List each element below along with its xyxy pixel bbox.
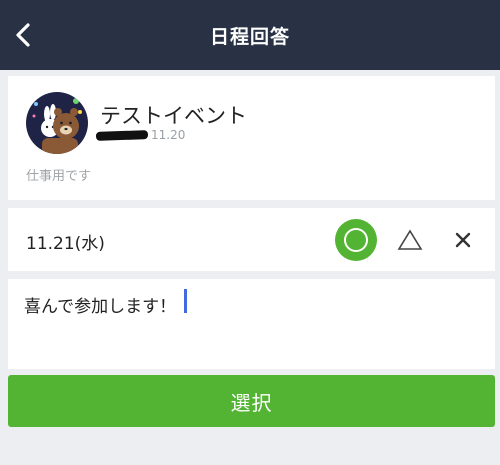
event-date: 11.20 [151, 128, 186, 142]
triangle-icon [397, 229, 423, 250]
comment-text[interactable]: 喜んで参加します！ [24, 292, 176, 317]
text-caret [184, 289, 187, 313]
attend-option-button[interactable] [335, 219, 377, 261]
date-label: 11.21(水) [26, 234, 105, 254]
date-answer-row: 11.21(水) [8, 208, 495, 271]
maybe-option-button[interactable] [389, 219, 431, 261]
event-avatar [26, 92, 88, 154]
select-button-label: 選択 [230, 390, 273, 415]
circle-icon [344, 228, 368, 252]
event-memo: 仕事用です [26, 169, 92, 184]
comment-field[interactable]: 喜んで参加します！ [8, 279, 495, 369]
redacted-owner-name [95, 130, 149, 141]
app-header: 日程回答 [0, 0, 500, 70]
back-button[interactable] [10, 22, 36, 48]
bear-bunny-avatar-icon [26, 92, 88, 154]
event-name: テストイベント [100, 104, 247, 128]
absent-option-button[interactable] [442, 219, 484, 261]
cross-icon [455, 232, 471, 248]
select-button[interactable]: 選択 [8, 375, 495, 427]
chevron-left-icon [16, 23, 30, 47]
event-info-card: テストイベント 11.20 仕事用です [8, 76, 495, 200]
page-title: 日程回答 [209, 25, 290, 48]
